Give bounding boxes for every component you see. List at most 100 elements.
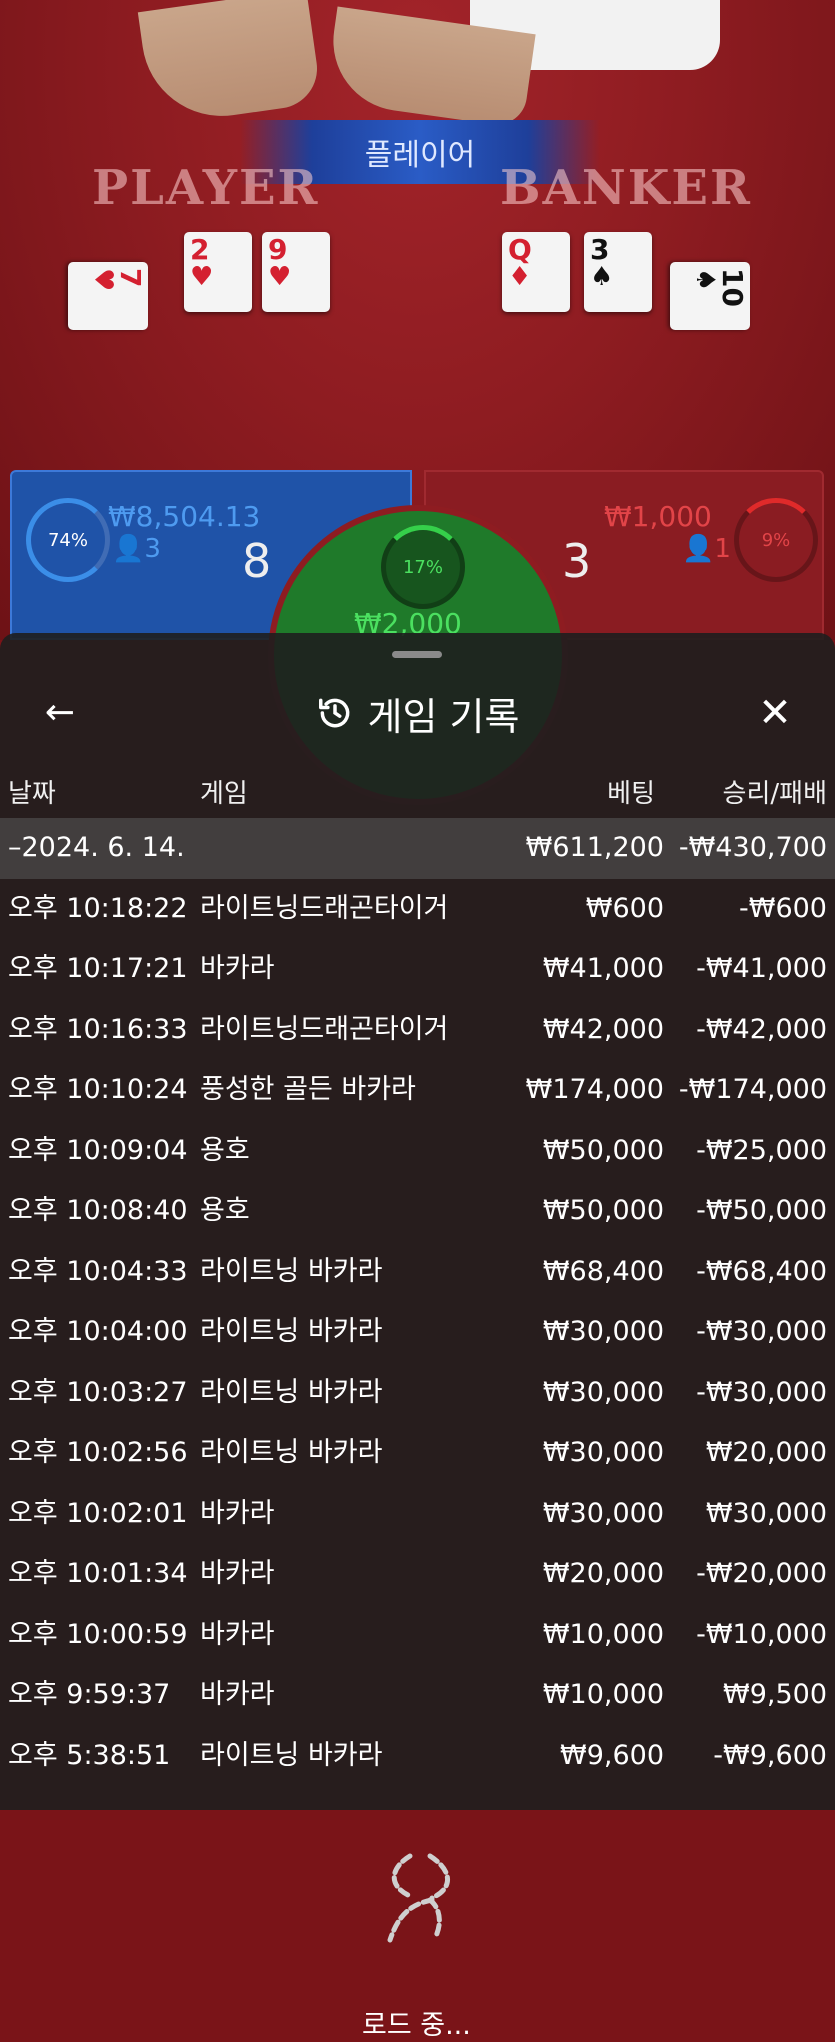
sheet-title: 게임 기록 bbox=[367, 694, 520, 739]
user-icon: 👤 bbox=[682, 534, 715, 564]
row-result: ₩9,500 bbox=[723, 1679, 827, 1710]
loading-text: 로드 중... bbox=[362, 2010, 471, 2041]
row-time: 오후 10:17:21 bbox=[8, 953, 188, 984]
history-row[interactable]: 오후 9:59:37 바카라 ₩10,000 ₩9,500 bbox=[0, 1665, 835, 1726]
column-header-result[interactable]: 승리/패배 bbox=[723, 773, 827, 810]
column-header-date[interactable]: 날짜 bbox=[8, 773, 56, 810]
tie-percent: 17% bbox=[402, 556, 443, 578]
history-row[interactable]: 오후 10:18:22 라이트닝드래곤타이거 ₩600 -₩600 bbox=[0, 879, 835, 940]
row-result: ₩20,000 bbox=[705, 1437, 827, 1468]
row-game: 라이트닝드래곤타이거 bbox=[200, 1013, 449, 1045]
card-suit-icon: ♦ bbox=[508, 262, 532, 292]
history-row[interactable]: 오후 10:16:33 라이트닝드래곤타이거 ₩42,000 -₩42,000 bbox=[0, 1000, 835, 1061]
row-game: 바카라 bbox=[200, 1679, 275, 1710]
row-result: -₩9,600 bbox=[713, 1739, 827, 1771]
row-time: 오후 10:16:33 bbox=[8, 1013, 188, 1045]
row-bet: ₩41,000 bbox=[542, 953, 664, 984]
history-row[interactable]: 오후 5:38:51 라이트닝 바카라 ₩9,600 -₩9,600 bbox=[0, 1726, 835, 1787]
user-icon: 👤 bbox=[112, 534, 145, 564]
row-result: -₩68,400 bbox=[696, 1255, 827, 1287]
dealer-hand-left bbox=[137, 0, 323, 127]
row-result: -₩42,000 bbox=[696, 1013, 827, 1045]
row-result: -₩41,000 bbox=[696, 953, 827, 984]
row-game: 라이트닝드래곤타이거 bbox=[200, 892, 449, 924]
row-result: -₩174,000 bbox=[678, 1074, 827, 1105]
row-time: 오후 9:59:37 bbox=[8, 1679, 171, 1710]
history-icon bbox=[318, 698, 349, 728]
banker-score: 3 bbox=[562, 534, 592, 588]
history-row[interactable]: 오후 10:17:21 바카라 ₩41,000 -₩41,000 bbox=[0, 939, 835, 1000]
sheet-drag-handle[interactable] bbox=[392, 651, 442, 658]
player-title: PLAYER bbox=[92, 160, 320, 216]
sheet-header: ← 게임 기록 ✕ bbox=[0, 673, 835, 753]
history-row[interactable]: 오후 10:10:24 풍성한 골든 바카라 ₩174,000 -₩174,000 bbox=[0, 1060, 835, 1121]
banker-card-1: Q ♦ bbox=[502, 232, 570, 312]
row-time: 오후 10:02:56 bbox=[8, 1437, 188, 1468]
row-game: 라이트닝 바카라 bbox=[200, 1437, 383, 1468]
row-game: 라이트닝 바카라 bbox=[200, 1376, 383, 1408]
history-row[interactable]: 오후 10:03:27 라이트닝 바카라 ₩30,000 -₩30,000 bbox=[0, 1363, 835, 1424]
player-percent-ring: 74% bbox=[26, 498, 110, 582]
column-header-bet[interactable]: 베팅 bbox=[607, 773, 655, 810]
row-result: ₩30,000 bbox=[705, 1497, 827, 1529]
row-game: 용호 bbox=[200, 1195, 250, 1226]
date-summary-row[interactable]: –2024. 6. 14. ₩611,200 -₩430,700 bbox=[0, 818, 835, 879]
row-bet: ₩10,000 bbox=[542, 1618, 664, 1650]
sheet-title-wrap: 게임 기록 bbox=[0, 691, 835, 739]
player-bettor-count: 👤3 bbox=[112, 534, 161, 564]
banker-title: BANKER bbox=[500, 160, 752, 216]
card-suit-icon: ♠ bbox=[590, 262, 614, 292]
row-game: 풍성한 골든 바카라 bbox=[200, 1074, 416, 1105]
row-time: 오후 10:00:59 bbox=[8, 1618, 188, 1650]
game-history-sheet: ← 게임 기록 ✕ 날짜 게임 베팅 승리/패배 –2024. 6. 14. ₩… bbox=[0, 633, 835, 2041]
card-rank: 10 bbox=[716, 268, 749, 307]
row-time: 오후 10:03:27 bbox=[8, 1376, 188, 1408]
history-row[interactable]: 오후 10:00:59 바카라 ₩10,000 -₩10,000 bbox=[0, 1605, 835, 1666]
summary-result: -₩430,700 bbox=[678, 832, 827, 863]
row-time: 오후 10:04:33 bbox=[8, 1255, 188, 1287]
row-bet: ₩20,000 bbox=[542, 1558, 664, 1589]
row-time: 오후 10:08:40 bbox=[8, 1195, 188, 1226]
row-time: 오후 10:09:04 bbox=[8, 1134, 188, 1166]
row-result: -₩30,000 bbox=[696, 1316, 827, 1347]
row-result: -₩50,000 bbox=[696, 1195, 827, 1226]
row-result: -₩10,000 bbox=[696, 1618, 827, 1650]
row-bet: ₩30,000 bbox=[542, 1376, 664, 1408]
player-card-2: 2 ♥ bbox=[184, 232, 252, 312]
card-suit-icon: ♥ bbox=[190, 262, 214, 292]
row-time: 오후 10:01:34 bbox=[8, 1558, 188, 1589]
player-percent: 74% bbox=[47, 529, 88, 551]
column-header-game[interactable]: 게임 bbox=[200, 773, 248, 810]
banker-percent-ring: 9% bbox=[734, 498, 818, 582]
summary-date: –2024. 6. 14. bbox=[8, 832, 185, 863]
row-game: 라이트닝 바카라 bbox=[200, 1316, 383, 1347]
row-result: -₩20,000 bbox=[696, 1558, 827, 1589]
row-game: 바카라 bbox=[200, 1618, 275, 1650]
tie-percent-ring: 17% bbox=[381, 525, 465, 609]
card-suit-icon: ♥ bbox=[88, 268, 118, 292]
history-row[interactable]: 오후 10:02:01 바카라 ₩30,000 ₩30,000 bbox=[0, 1484, 835, 1545]
row-time: 오후 10:18:22 bbox=[8, 892, 188, 924]
history-row[interactable]: 오후 10:04:00 라이트닝 바카라 ₩30,000 -₩30,000 bbox=[0, 1302, 835, 1363]
card-suit-icon: ♠ bbox=[690, 268, 720, 292]
row-bet: ₩9,600 bbox=[560, 1739, 664, 1771]
history-row[interactable]: 오후 10:08:40 용호 ₩50,000 -₩50,000 bbox=[0, 1181, 835, 1242]
row-bet: ₩50,000 bbox=[542, 1195, 664, 1226]
player-card-3: 9 ♥ bbox=[262, 232, 330, 312]
history-row[interactable]: 오후 10:02:56 라이트닝 바카라 ₩30,000 ₩20,000 bbox=[0, 1423, 835, 1484]
row-bet: ₩42,000 bbox=[542, 1013, 664, 1045]
row-result: -₩30,000 bbox=[696, 1376, 827, 1408]
row-bet: ₩68,400 bbox=[542, 1255, 664, 1287]
history-row[interactable]: 오후 10:04:33 라이트닝 바카라 ₩68,400 -₩68,400 bbox=[0, 1242, 835, 1303]
history-row[interactable]: 오후 10:01:34 바카라 ₩20,000 -₩20,000 bbox=[0, 1544, 835, 1605]
row-time: 오후 5:38:51 bbox=[8, 1739, 171, 1771]
player-card-1: 7 ♥ bbox=[68, 262, 148, 330]
card-rank: 7 bbox=[114, 268, 147, 288]
row-bet: ₩30,000 bbox=[542, 1316, 664, 1347]
banker-percent: 9% bbox=[761, 529, 791, 551]
row-game: 바카라 bbox=[200, 1497, 275, 1529]
row-time: 오후 10:04:00 bbox=[8, 1316, 188, 1347]
history-row[interactable]: 오후 10:09:04 용호 ₩50,000 -₩25,000 bbox=[0, 1121, 835, 1182]
close-icon[interactable]: ✕ bbox=[753, 691, 797, 735]
card-suit-icon: ♥ bbox=[268, 262, 292, 292]
